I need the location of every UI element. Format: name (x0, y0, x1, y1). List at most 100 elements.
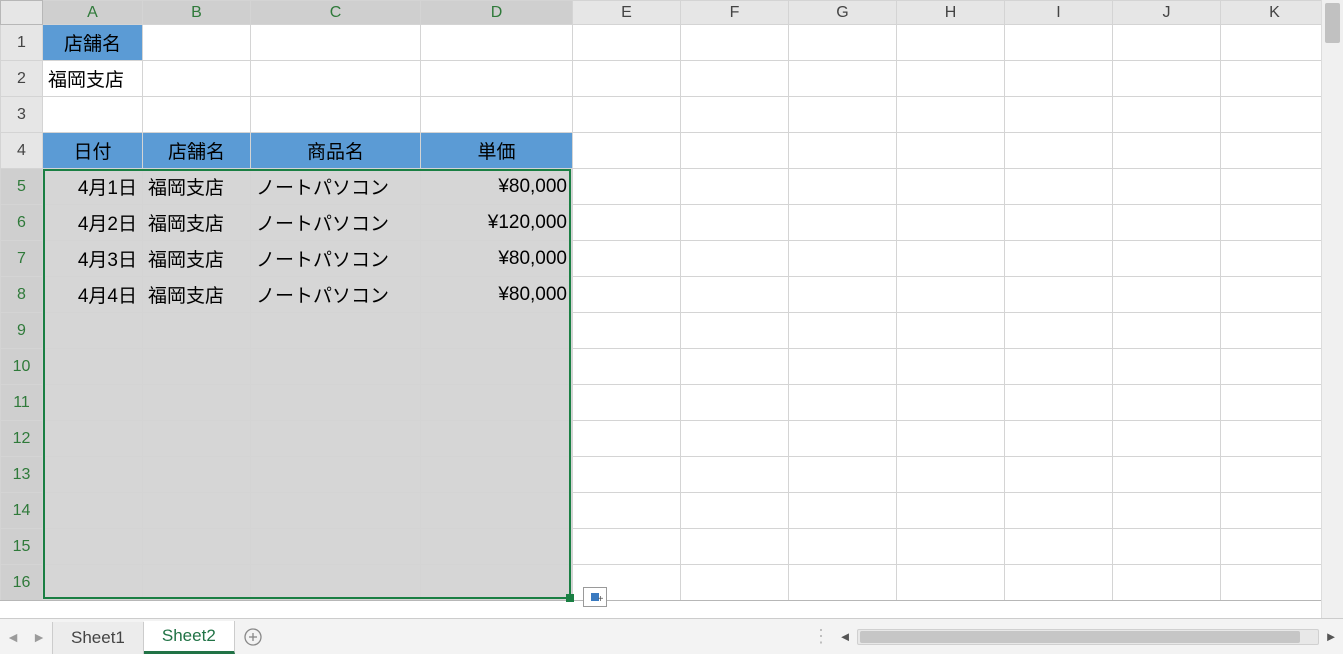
cell-J8[interactable] (1113, 277, 1221, 313)
cell-G11[interactable] (789, 385, 897, 421)
row-header-11[interactable]: 11 (1, 385, 43, 421)
cell-J2[interactable] (1113, 61, 1221, 97)
cell-J6[interactable] (1113, 205, 1221, 241)
cell-B4[interactable]: 店舗名 (143, 133, 251, 169)
cell-F7[interactable] (681, 241, 789, 277)
cell-E10[interactable] (573, 349, 681, 385)
cell-J13[interactable] (1113, 457, 1221, 493)
cell-K2[interactable] (1221, 61, 1329, 97)
cell-D3[interactable] (421, 97, 573, 133)
sheet-tab-sheet1[interactable]: Sheet1 (52, 622, 144, 654)
autofill-options-button[interactable]: + (583, 587, 607, 607)
cell-K11[interactable] (1221, 385, 1329, 421)
cell-B11[interactable] (143, 385, 251, 421)
cell-E5[interactable] (573, 169, 681, 205)
cell-B8[interactable]: 福岡支店 (143, 277, 251, 313)
cell-D14[interactable] (421, 493, 573, 529)
row-header-15[interactable]: 15 (1, 529, 43, 565)
cell-D6[interactable]: ¥120,000 (421, 205, 573, 241)
cell-K9[interactable] (1221, 313, 1329, 349)
cell-J12[interactable] (1113, 421, 1221, 457)
cell-E14[interactable] (573, 493, 681, 529)
cell-H15[interactable] (897, 529, 1005, 565)
cell-E13[interactable] (573, 457, 681, 493)
cell-B2[interactable] (143, 61, 251, 97)
cell-A11[interactable] (43, 385, 143, 421)
vertical-scrollbar[interactable] (1321, 0, 1343, 618)
tab-nav-next[interactable]: ► (26, 619, 52, 655)
cell-C2[interactable] (251, 61, 421, 97)
cell-J10[interactable] (1113, 349, 1221, 385)
cell-F1[interactable] (681, 25, 789, 61)
horizontal-scrollbar-thumb[interactable] (860, 631, 1300, 643)
cell-F10[interactable] (681, 349, 789, 385)
cell-H13[interactable] (897, 457, 1005, 493)
sheet-tab-sheet2[interactable]: Sheet2 (144, 621, 235, 654)
cell-J15[interactable] (1113, 529, 1221, 565)
cell-G13[interactable] (789, 457, 897, 493)
cell-D2[interactable] (421, 61, 573, 97)
cell-D7[interactable]: ¥80,000 (421, 241, 573, 277)
cell-C1[interactable] (251, 25, 421, 61)
cell-I10[interactable] (1005, 349, 1113, 385)
cell-D16[interactable] (421, 565, 573, 601)
select-all-corner[interactable] (1, 1, 43, 25)
col-header-J[interactable]: J (1113, 1, 1221, 25)
cell-A8[interactable]: 4月4日 (43, 277, 143, 313)
cell-H8[interactable] (897, 277, 1005, 313)
cell-K4[interactable] (1221, 133, 1329, 169)
cell-E8[interactable] (573, 277, 681, 313)
cell-C10[interactable] (251, 349, 421, 385)
cell-D4[interactable]: 単価 (421, 133, 573, 169)
col-header-H[interactable]: H (897, 1, 1005, 25)
cell-K6[interactable] (1221, 205, 1329, 241)
col-header-I[interactable]: I (1005, 1, 1113, 25)
cell-C13[interactable] (251, 457, 421, 493)
cell-H12[interactable] (897, 421, 1005, 457)
cell-B6[interactable]: 福岡支店 (143, 205, 251, 241)
cell-I16[interactable] (1005, 565, 1113, 601)
cell-F9[interactable] (681, 313, 789, 349)
cell-K15[interactable] (1221, 529, 1329, 565)
cell-D9[interactable] (421, 313, 573, 349)
cell-H5[interactable] (897, 169, 1005, 205)
tab-scroll-split[interactable]: ⋮ (809, 619, 833, 655)
row-header-13[interactable]: 13 (1, 457, 43, 493)
cell-E11[interactable] (573, 385, 681, 421)
cell-A15[interactable] (43, 529, 143, 565)
cell-A1[interactable]: 店舗名 (43, 25, 143, 61)
cell-F13[interactable] (681, 457, 789, 493)
cell-E4[interactable] (573, 133, 681, 169)
row-header-7[interactable]: 7 (1, 241, 43, 277)
cell-F14[interactable] (681, 493, 789, 529)
cell-A4[interactable]: 日付 (43, 133, 143, 169)
cell-I5[interactable] (1005, 169, 1113, 205)
cell-K1[interactable] (1221, 25, 1329, 61)
row-header-10[interactable]: 10 (1, 349, 43, 385)
cell-J5[interactable] (1113, 169, 1221, 205)
hscroll-right-button[interactable]: ► (1319, 625, 1343, 649)
cell-C14[interactable] (251, 493, 421, 529)
cell-F2[interactable] (681, 61, 789, 97)
cell-I9[interactable] (1005, 313, 1113, 349)
cell-D15[interactable] (421, 529, 573, 565)
cell-H11[interactable] (897, 385, 1005, 421)
cell-C16[interactable] (251, 565, 421, 601)
tab-nav-prev[interactable]: ◄ (0, 619, 26, 655)
row-header-5[interactable]: 5 (1, 169, 43, 205)
col-header-C[interactable]: C (251, 1, 421, 25)
cell-A9[interactable] (43, 313, 143, 349)
cell-F15[interactable] (681, 529, 789, 565)
row-header-12[interactable]: 12 (1, 421, 43, 457)
cell-C5[interactable]: ノートパソコン (251, 169, 421, 205)
vertical-scrollbar-thumb[interactable] (1325, 3, 1340, 43)
cell-B1[interactable] (143, 25, 251, 61)
cell-C6[interactable]: ノートパソコン (251, 205, 421, 241)
cell-K7[interactable] (1221, 241, 1329, 277)
cell-F12[interactable] (681, 421, 789, 457)
cell-H4[interactable] (897, 133, 1005, 169)
cell-G3[interactable] (789, 97, 897, 133)
cell-B13[interactable] (143, 457, 251, 493)
cell-A6[interactable]: 4月2日 (43, 205, 143, 241)
cell-E2[interactable] (573, 61, 681, 97)
